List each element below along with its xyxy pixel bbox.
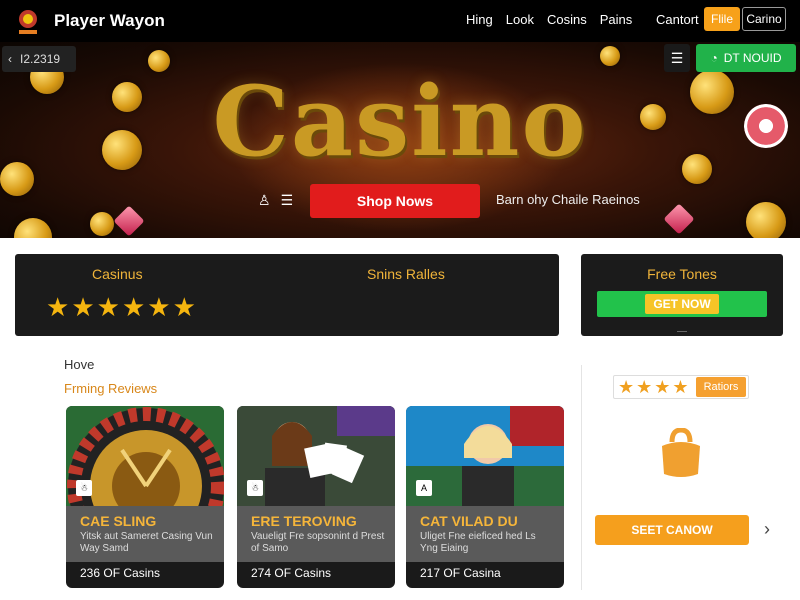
top-navbar: Player Wayon Hing Look Cosins Pains Cant… [0, 0, 800, 42]
poker-chip-icon [744, 104, 788, 148]
hero-actions: ☰ ◔ DT NOUID [664, 44, 796, 72]
hero-tagline: Barn ohy Chaile Raeinos [496, 192, 640, 207]
section-subtitle[interactable]: Frming Reviews [64, 381, 157, 396]
back-label: I2.2319 [20, 52, 61, 66]
user-icon[interactable]: ♙ [258, 192, 271, 209]
bag-icon [658, 427, 704, 483]
hero-title: Casino [212, 65, 588, 178]
star-icon: ★ [618, 377, 635, 397]
column-divider [581, 365, 582, 590]
card-count: 274 OF Casins [251, 566, 332, 580]
nav-item-hing[interactable]: Hing [466, 12, 493, 27]
brand-name: Player Wayon [54, 11, 165, 30]
coin-icon [112, 82, 142, 112]
chevron-right-icon[interactable]: › [764, 519, 770, 540]
card-title: ERE TEROVING [251, 513, 357, 529]
summary-panel: Casinus Snins Ralles ★ ★ ★ ★ ★ ★ [15, 254, 559, 336]
star-icon: ★ [121, 292, 146, 322]
card-description: Uliget Fne eieficed hed Ls Yng Eiaing [420, 531, 536, 554]
chevron-left-icon: ‹ [8, 52, 12, 66]
coin-icon [746, 202, 786, 238]
section-title: Hove [64, 357, 95, 372]
gem-icon [663, 203, 695, 235]
star-icon: ★ [71, 292, 95, 322]
casino-card[interactable]: A CAT VILAD DU Uliget Fne eieficed hed L… [406, 406, 564, 588]
coin-icon [600, 46, 620, 66]
free-tones-heading: Free Tones [647, 266, 717, 282]
casino-card[interactable]: ☃ ERE TEROVING Vaueligt Fre sopsonint d … [237, 406, 395, 588]
shop-now-button[interactable]: Shop Nows [310, 184, 480, 218]
card-description: Vaueligt Fre sopsonint d Prest of Samo [251, 531, 385, 554]
spins-heading: Snins Ralles [367, 266, 445, 282]
hero-icons: ♙ ☰ [258, 192, 293, 209]
casino-button[interactable]: Carino [742, 7, 786, 31]
coin-icon [640, 104, 666, 130]
star-icon: ★ [46, 292, 70, 322]
hold-label: DT NOUID [723, 51, 782, 65]
file-button[interactable]: Flile [704, 7, 740, 31]
card-title: CAE SLING [80, 513, 157, 529]
brand-logo[interactable]: Player Wayon [10, 3, 165, 39]
clock-icon: ◔ [710, 51, 718, 65]
card-title: CAT VILAD DU [420, 513, 518, 529]
contact-link[interactable]: Cantort [656, 12, 699, 27]
nav-item-pains[interactable]: Pains [600, 12, 633, 27]
nav-item-cosins[interactable]: Cosins [547, 12, 587, 27]
hero-banner: ‹ I2.2319 ☰ ◔ DT NOUID Casino ♙ ☰ Shop N… [0, 42, 800, 238]
ratings-badge[interactable]: Ratiors [696, 377, 746, 397]
get-now-label: GET NOW [645, 294, 719, 314]
coin-icon [102, 130, 142, 170]
card-description: Yitsk aut Sameret Casing Vun Way Samd [80, 531, 213, 554]
coin-icon [90, 212, 114, 236]
card-badge: ☃ [247, 480, 263, 496]
star-icon: ★ [636, 377, 653, 397]
free-tones-panel: Free Tones GET NOW [581, 254, 783, 336]
gem-icon [113, 205, 145, 237]
coin-icon [0, 162, 34, 196]
main-nav: Hing Look Cosins Pains [466, 12, 632, 27]
coin-icon [690, 70, 734, 114]
select-casino-button[interactable]: SEET CANOW [595, 515, 749, 545]
nav-item-look[interactable]: Look [506, 12, 534, 27]
hold-button[interactable]: ◔ DT NOUID [696, 44, 796, 72]
menu-icon[interactable]: ☰ [664, 44, 690, 72]
star-rating: ★ ★ ★ ★ ★ ★ [46, 294, 196, 320]
coin-icon [682, 154, 712, 184]
star-icon: ★ [96, 292, 120, 322]
list-icon[interactable]: ☰ [281, 192, 294, 209]
coin-icon [14, 218, 52, 238]
star-icon: ★ [654, 377, 671, 397]
back-button[interactable]: ‹ I2.2319 [2, 46, 76, 72]
casino-card[interactable]: ☃ CAE SLING Yitsk aut Sameret Casing Vun… [66, 406, 224, 588]
star-icon: ★ [172, 292, 196, 322]
star-icon: ★ [147, 292, 171, 322]
casinos-heading: Casinus [92, 266, 143, 282]
card-count: 236 OF Casins [80, 566, 161, 580]
get-now-button[interactable]: GET NOW [597, 291, 767, 317]
card-badge: A [416, 480, 432, 496]
card-count: 217 OF Casina [420, 566, 501, 580]
divider [677, 331, 687, 332]
card-badge: ☃ [76, 480, 92, 496]
coin-icon [148, 50, 170, 72]
star-icon: ★ [672, 377, 689, 397]
mascot-logo-icon [10, 3, 46, 39]
